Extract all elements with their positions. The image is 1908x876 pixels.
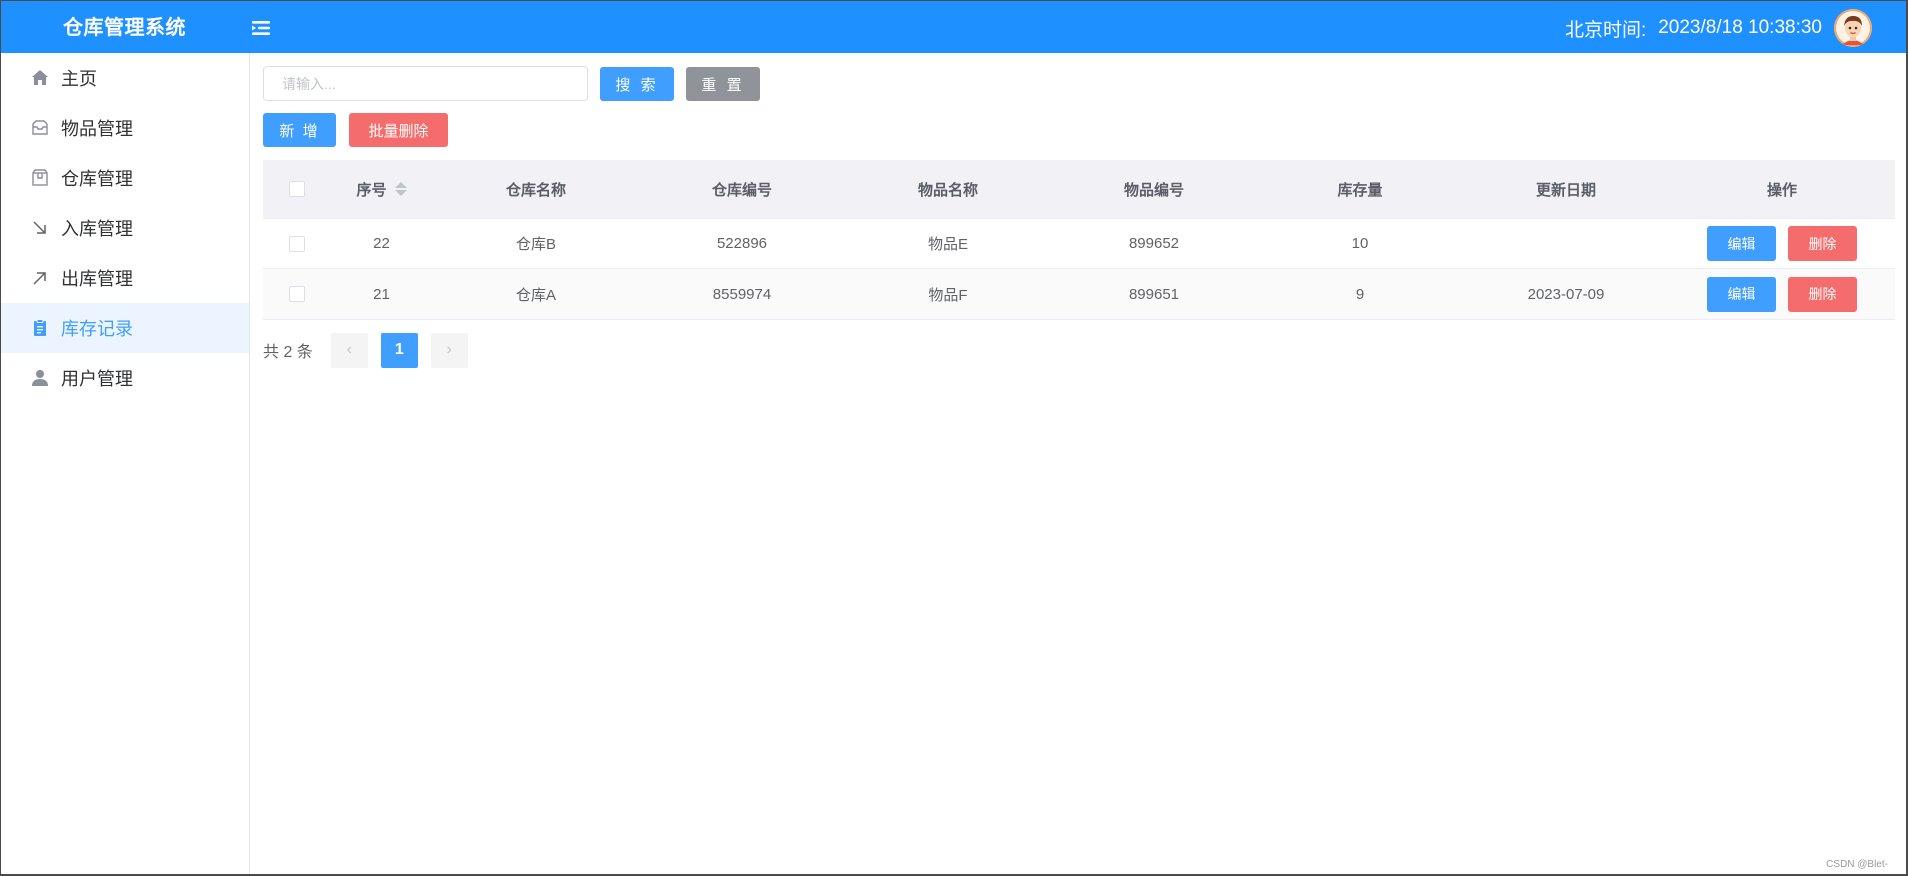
row-checkbox-cell — [263, 235, 330, 252]
column-header-item-name: 物品名称 — [917, 181, 978, 199]
edit-button[interactable]: 编辑 — [1707, 226, 1776, 261]
cell-item-code: 899652 — [1128, 235, 1180, 252]
sidebar-item-label: 库存记录 — [61, 319, 133, 339]
sidebar-item-label: 用户管理 — [61, 369, 133, 389]
watermark: CSDN @Blet- — [1826, 859, 1888, 870]
delete-button[interactable]: 删除 — [1788, 226, 1857, 261]
sidebar-item-label: 物品管理 — [61, 119, 133, 139]
column-header-id[interactable]: 序号 — [330, 179, 433, 200]
sidebar-item-label: 出库管理 — [61, 269, 133, 289]
cell-id: 21 — [373, 285, 390, 303]
column-header-updated: 更新日期 — [1535, 181, 1596, 199]
select-all-checkbox[interactable] — [288, 181, 305, 197]
sidebar-item-stock-records[interactable]: 库存记录 — [0, 303, 249, 353]
pagination: 共 2 条 ‹ 1 › — [263, 332, 481, 368]
user-icon — [29, 367, 51, 389]
home-icon — [29, 67, 51, 89]
row-checkbox[interactable] — [288, 286, 305, 302]
arrow-up-right-icon — [29, 267, 51, 289]
next-page-icon[interactable]: › — [430, 332, 468, 368]
column-header-actions: 操作 — [1766, 181, 1797, 199]
cell-warehouse-code: 522896 — [716, 235, 768, 252]
cell-warehouse-code: 8559974 — [712, 285, 772, 303]
menu-collapse-icon[interactable] — [250, 18, 274, 40]
reset-button[interactable]: 重 置 — [686, 67, 760, 101]
table-header: 序号 仓库名称 仓库编号 物品名称 物品编号 库存量 更新日期 操作 — [263, 160, 1895, 219]
cell-item-code: 899651 — [1128, 285, 1180, 303]
stock-table: 序号 仓库名称 仓库编号 物品名称 物品编号 库存量 更新日期 操作 22 仓库… — [263, 160, 1895, 320]
batch-delete-button[interactable]: 批量删除 — [349, 113, 448, 147]
sidebar-item-items[interactable]: 物品管理 — [0, 103, 249, 153]
header-clock: 北京时间: 2023/8/18 10:38:30 — [1564, 9, 1872, 47]
cell-actions: 编辑 删除 — [1669, 276, 1895, 312]
sidebar-item-label: 仓库管理 — [61, 169, 133, 189]
row-checkbox[interactable] — [288, 235, 305, 252]
column-header-warehouse-name: 仓库名称 — [505, 181, 566, 199]
prev-page-icon[interactable]: ‹ — [330, 332, 368, 368]
app-title: 仓库管理系统 — [63, 17, 186, 39]
page-number-current[interactable]: 1 — [380, 332, 418, 368]
sidebar-item-label: 主页 — [61, 69, 97, 89]
cell-stock: 9 — [1355, 285, 1365, 303]
top-header: 仓库管理系统 北京时间: 2023/8/18 10:38:30 — [0, 0, 1908, 53]
sort-caret-icon[interactable] — [394, 182, 407, 196]
cell-item-name: 物品E — [927, 236, 968, 253]
delete-button[interactable]: 删除 — [1788, 276, 1857, 312]
header-checkbox-cell — [263, 181, 330, 197]
box-icon — [29, 167, 51, 189]
column-header-item-code: 物品编号 — [1123, 181, 1184, 199]
search-input[interactable] — [263, 66, 588, 101]
column-header-stock: 库存量 — [1337, 181, 1383, 199]
clipboard-icon — [29, 317, 51, 339]
cell-stock: 10 — [1351, 235, 1369, 252]
main-content: 搜 索 重 置 新 增 批量删除 序号 仓库名称 仓库编号 物品名称 物品编号 … — [250, 53, 1905, 873]
edit-button[interactable]: 编辑 — [1707, 276, 1776, 312]
sidebar-item-inbound[interactable]: 入库管理 — [0, 203, 249, 253]
time-label: 北京时间: — [1564, 19, 1647, 41]
cell-warehouse-name: 仓库B — [515, 236, 556, 253]
column-header-label: 序号 — [356, 181, 387, 199]
search-button[interactable]: 搜 索 — [600, 67, 674, 101]
cell-id: 22 — [373, 235, 390, 252]
add-button[interactable]: 新 增 — [263, 113, 336, 147]
sidebar-item-warehouse[interactable]: 仓库管理 — [0, 153, 249, 203]
inbox-icon — [29, 117, 51, 139]
user-avatar[interactable] — [1834, 9, 1872, 47]
row-checkbox-cell — [263, 286, 330, 302]
sidebar-menu: 主页 物品管理 仓库管理 入库管理 出库管理 库存记录 用户管理 — [0, 53, 250, 876]
table-row: 21 仓库A 8559974 物品F 899651 9 2023-07-09 编… — [263, 269, 1895, 319]
sidebar-item-label: 入库管理 — [61, 219, 133, 239]
cell-actions: 编辑 删除 — [1669, 226, 1895, 261]
sidebar-item-users[interactable]: 用户管理 — [0, 353, 249, 403]
sidebar-item-outbound[interactable]: 出库管理 — [0, 253, 249, 303]
pagination-total: 共 2 条 — [263, 344, 313, 361]
cell-warehouse-name: 仓库A — [515, 286, 556, 304]
cell-updated: 2023-07-09 — [1527, 285, 1605, 303]
sidebar-item-home[interactable]: 主页 — [0, 53, 249, 103]
time-value: 2023/8/18 10:38:30 — [1658, 17, 1822, 38]
cell-item-name: 物品F — [928, 286, 968, 304]
arrow-down-right-icon — [29, 217, 51, 239]
column-header-warehouse-code: 仓库编号 — [711, 181, 772, 199]
table-row: 22 仓库B 522896 物品E 899652 10 编辑 删除 — [263, 219, 1895, 269]
